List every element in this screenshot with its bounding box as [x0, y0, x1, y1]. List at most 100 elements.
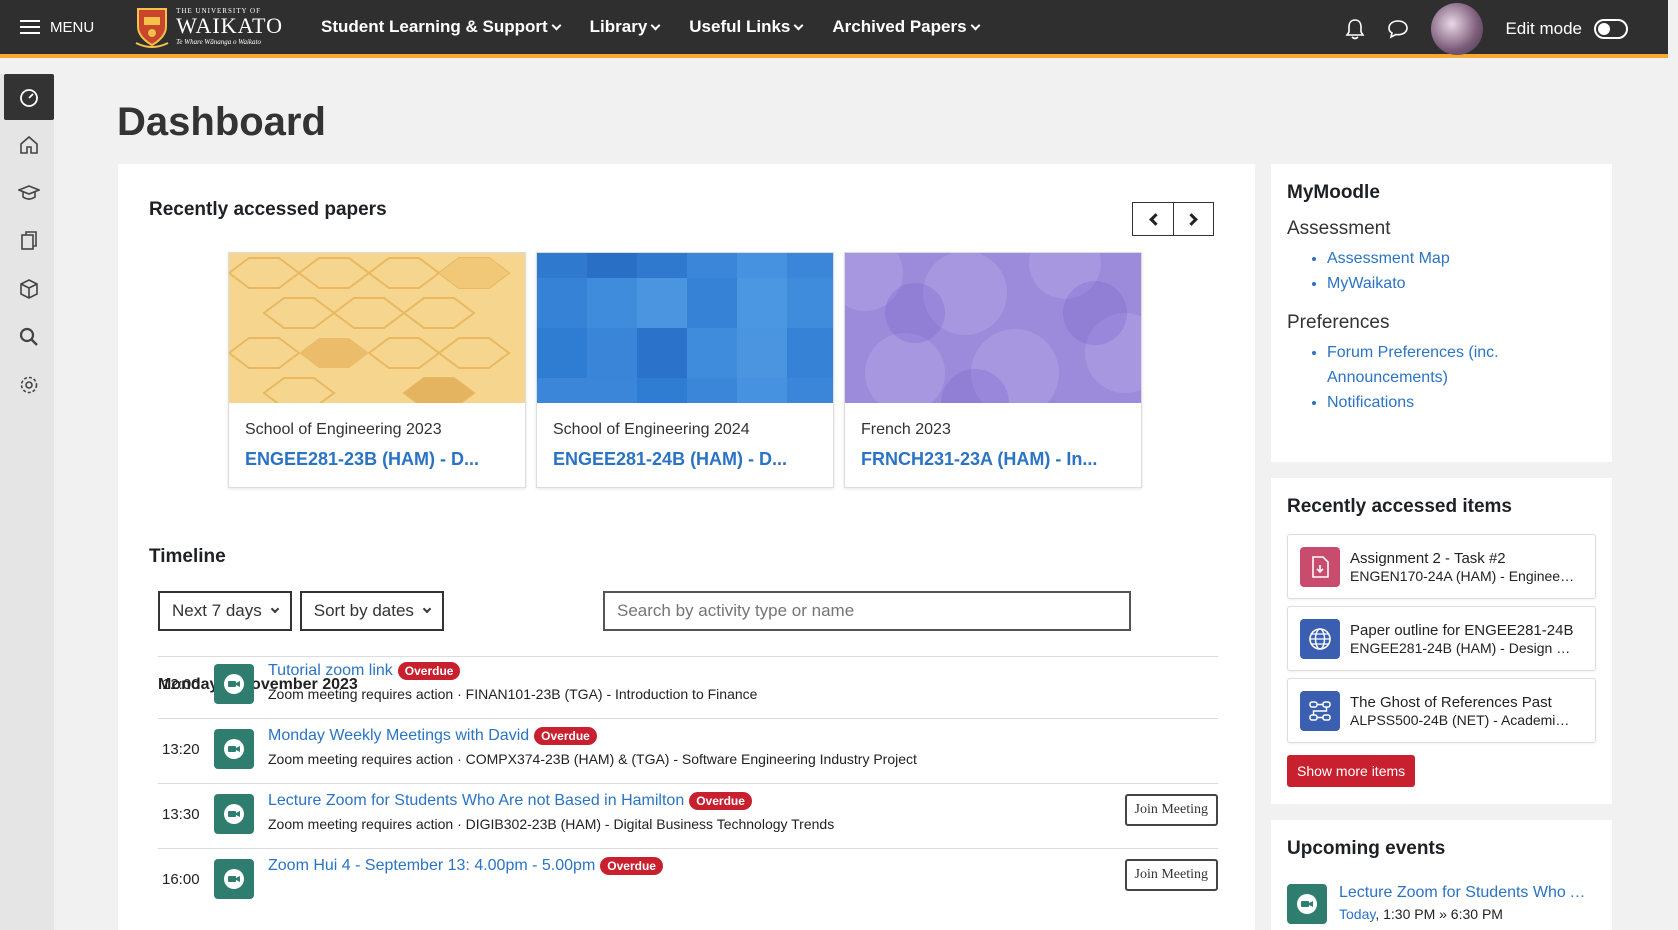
paper-card[interactable]: School of Engineering 2024 ENGEE281-24B … — [536, 252, 834, 488]
paper-name-link[interactable]: ENGEE281-24B (HAM) - D... — [553, 449, 817, 470]
event-title-link[interactable]: Zoom Hui 4 - September 13: 4.00pm - 5.00… — [268, 857, 595, 875]
join-meeting-button[interactable]: Join Meeting — [1124, 794, 1218, 826]
overdue-badge: Overdue — [397, 662, 461, 680]
event-title-link[interactable]: Monday Weekly Meetings with David — [268, 727, 529, 745]
event-time-range: , 1:30 PM » 6:30 PM — [1375, 906, 1503, 922]
timeline-filters: Next 7 days Sort by dates — [158, 591, 444, 631]
chevron-left-icon — [1148, 212, 1162, 226]
paper-name-link[interactable]: FRNCH231-23A (HAM) - In... — [861, 449, 1125, 470]
upcoming-events-block: Upcoming events Lecture Zoom for Student… — [1271, 820, 1612, 930]
event-subtitle: Zoom meeting requires action · COMPX374-… — [268, 751, 917, 767]
top-navbar: MENU THE UNIVERSITY OF WAIKATO Te Whare … — [0, 0, 1668, 58]
video-camera-icon — [214, 794, 254, 834]
recent-item[interactable]: Assignment 2 - Task #2 ENGEN170-24A (HAM… — [1287, 534, 1596, 599]
user-avatar[interactable] — [1431, 3, 1484, 55]
edit-mode-toggle[interactable]: Edit mode — [1505, 19, 1628, 39]
event-time: 12:00 — [162, 676, 200, 693]
rail-papers[interactable] — [4, 218, 54, 264]
rail-home[interactable] — [4, 122, 54, 168]
overdue-badge: Overdue — [689, 792, 752, 810]
show-more-items-button[interactable]: Show more items — [1287, 755, 1416, 787]
recent-items-title: Recently accessed items — [1287, 496, 1512, 517]
recent-items-block: Recently accessed items Assignment 2 - T… — [1271, 478, 1612, 804]
timeline-event: 13:30 Lecture Zoom for Students Who Are … — [158, 784, 1218, 849]
edit-mode-label: Edit mode — [1505, 19, 1582, 38]
chevron-right-icon — [1185, 212, 1198, 226]
days-filter-select[interactable]: Next 7 days — [158, 591, 292, 631]
recent-item[interactable]: The Ghost of References Past ALPSS500-24… — [1287, 678, 1596, 743]
event-subtitle: Zoom meeting requires action · DIGIB302-… — [268, 816, 835, 832]
rail-search[interactable] — [4, 314, 54, 360]
rail-content-bank[interactable] — [4, 266, 54, 312]
chevron-down-icon — [551, 20, 562, 30]
nav-library[interactable]: Library — [590, 17, 661, 37]
recent-papers-title: Recently accessed papers — [149, 199, 387, 220]
nav-useful-links[interactable]: Useful Links — [689, 17, 804, 37]
logo-tagline: Te Whare Wānanga o Waikato — [176, 38, 261, 46]
video-camera-icon — [214, 859, 254, 899]
event-subtitle: Zoom meeting requires action · FINAN101-… — [268, 686, 758, 702]
paper-card-image — [229, 253, 525, 403]
paper-card[interactable]: French 2023 FRNCH231-23A (HAM) - In... — [844, 252, 1142, 488]
rail-settings[interactable] — [4, 362, 54, 408]
graduation-cap-icon — [18, 185, 40, 200]
recent-item-title: Assignment 2 - Task #2 — [1350, 549, 1506, 567]
nav-label: Archived Papers — [832, 17, 967, 36]
paper-card-image — [845, 253, 1141, 403]
chevron-down-icon — [422, 604, 432, 614]
nav-label: Student Learning & Support — [320, 17, 548, 36]
chevron-down-icon — [270, 604, 280, 614]
video-camera-icon — [1287, 884, 1327, 924]
preferences-heading: Preferences — [1287, 312, 1390, 333]
dashboard-icon — [20, 89, 38, 107]
carousel-prev-button[interactable] — [1133, 203, 1173, 235]
carousel-next-button[interactable] — [1173, 203, 1213, 235]
paper-cards: School of Engineering 2023 ENGEE281-23B … — [228, 252, 1142, 488]
menu-button[interactable]: MENU — [20, 19, 94, 36]
hamburger-icon — [20, 20, 40, 34]
today-link[interactable]: Today — [1339, 906, 1375, 922]
upcoming-event: Lecture Zoom for Students Who Are not Ba… — [1287, 884, 1596, 924]
timeline-title: Timeline — [149, 546, 226, 567]
paper-name-link[interactable]: ENGEE281-23B (HAM) - D... — [245, 449, 509, 470]
upcoming-event-link[interactable]: Lecture Zoom for Students Who Are not Ba… — [1339, 884, 1594, 902]
overdue-badge: Overdue — [534, 727, 597, 745]
paper-card[interactable]: School of Engineering 2023 ENGEE281-23B … — [228, 252, 526, 488]
sort-value: Sort by dates — [313, 601, 414, 620]
join-meeting-button[interactable]: Join Meeting — [1124, 859, 1218, 891]
crest-icon — [135, 8, 169, 48]
notifications-link[interactable]: Notifications — [1327, 390, 1596, 415]
forum-preferences-link[interactable]: Forum Preferences (inc. Announcements) — [1327, 340, 1596, 390]
event-title-link[interactable]: Tutorial zoom link — [268, 662, 393, 680]
paper-card-image — [537, 253, 833, 403]
event-title-link[interactable]: Lecture Zoom for Students Who Are not Ba… — [268, 792, 684, 810]
timeline-event: 13:20 Monday Weekly Meetings with David O… — [158, 719, 1218, 784]
recent-item-title: The Ghost of References Past — [1350, 693, 1552, 711]
toggle-switch[interactable] — [1594, 19, 1628, 39]
university-logo[interactable]: THE UNIVERSITY OF WAIKATO Te Whare Wānan… — [134, 5, 283, 49]
sort-select[interactable]: Sort by dates — [299, 591, 444, 631]
assessment-map-link[interactable]: Assessment Map — [1327, 246, 1596, 271]
recent-item[interactable]: Paper outline for ENGEE281-24B ENGEE281-… — [1287, 606, 1596, 671]
primary-nav: Student Learning & Support Library Usefu… — [320, 17, 981, 37]
nav-label: Useful Links — [689, 17, 791, 36]
page-title: Dashboard — [117, 100, 326, 144]
nav-archived-papers[interactable]: Archived Papers — [832, 17, 981, 37]
timeline-search-input[interactable] — [603, 591, 1131, 631]
recent-item-paper: ALPSS500-24B (NET) - Academic Literacy — [1350, 711, 1575, 728]
video-camera-icon — [214, 664, 254, 704]
nav-student-learning[interactable]: Student Learning & Support — [320, 17, 562, 37]
workflow-icon — [1300, 690, 1340, 731]
mywaikato-link[interactable]: MyWaikato — [1327, 271, 1596, 296]
gear-icon — [20, 376, 38, 394]
chat-icon[interactable] — [1387, 19, 1409, 39]
upcoming-event-time: Today, 1:30 PM » 6:30 PM — [1339, 906, 1594, 922]
rail-courses[interactable] — [4, 170, 54, 216]
logo-wordmark: WAIKATO — [176, 13, 283, 38]
assessment-heading: Assessment — [1287, 218, 1391, 239]
mymoodle-block: MyMoodle Assessment Assessment Map MyWai… — [1271, 164, 1612, 462]
rail-dashboard[interactable] — [4, 74, 54, 120]
bell-icon[interactable] — [1345, 18, 1365, 40]
event-time: 13:20 — [162, 741, 200, 758]
recent-item-title: Paper outline for ENGEE281-24B — [1350, 621, 1574, 639]
